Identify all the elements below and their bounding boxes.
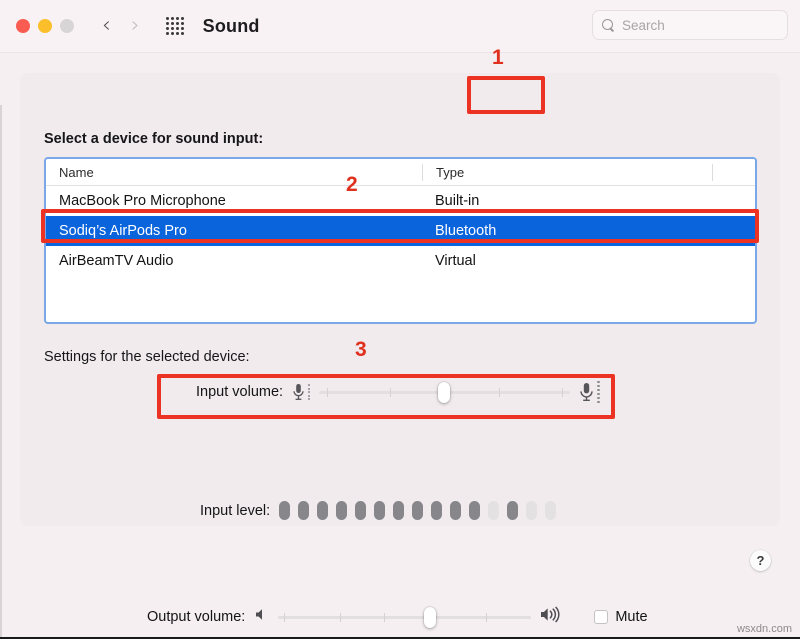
help-button[interactable]: ? xyxy=(750,550,771,571)
back-chevron-icon[interactable]: ‹ xyxy=(102,15,111,37)
output-volume-row: Output volume: Mute xyxy=(147,606,648,628)
level-segment xyxy=(526,501,538,520)
device-type: Built-in xyxy=(435,193,480,209)
traffic-light-buttons xyxy=(16,19,74,33)
slider-tick xyxy=(284,613,286,622)
input-volume-row: Input volume: xyxy=(196,380,600,404)
sound-preferences-window: ‹ › Sound Search Sound Effects Output In… xyxy=(0,0,800,639)
level-segment xyxy=(279,501,291,520)
search-input[interactable]: Search xyxy=(592,10,788,40)
slider-tick xyxy=(486,613,488,622)
minimize-button-icon[interactable] xyxy=(38,19,52,33)
input-volume-label: Input volume: xyxy=(196,384,284,400)
level-dots-right xyxy=(597,380,600,404)
slider-tick xyxy=(327,388,329,397)
selected-device-row[interactable]: Sodiq’s AirPods Pro Bluetooth xyxy=(46,216,755,246)
output-volume-slider[interactable] xyxy=(278,606,532,628)
input-level-meter xyxy=(279,501,557,520)
device-name: Sodiq’s AirPods Pro xyxy=(59,223,187,239)
device-list-table[interactable]: Name Type MacBook Pro Microphone Built-i… xyxy=(44,157,757,324)
table-row[interactable]: AirBeamTV Audio Virtual xyxy=(46,246,755,276)
settings-card: Select a device for sound input: Name Ty… xyxy=(20,73,780,571)
column-header-name[interactable]: Name xyxy=(46,164,422,181)
input-level-label: Input level: xyxy=(200,502,271,519)
mute-checkbox[interactable] xyxy=(594,610,609,624)
level-segment xyxy=(488,501,500,520)
speaker-mute-icon xyxy=(254,607,269,627)
slider-tick xyxy=(384,613,386,622)
annotation-number-1: 1 xyxy=(492,46,504,69)
mute-label: Mute xyxy=(615,609,648,625)
level-segment xyxy=(374,501,386,520)
preferences-content: Sound Effects Output Input Select a devi… xyxy=(0,52,800,639)
forward-chevron-icon[interactable]: › xyxy=(131,15,140,37)
slider-thumb[interactable] xyxy=(424,607,437,628)
page-title: Sound xyxy=(202,15,260,36)
table-header-row: Name Type xyxy=(46,159,755,186)
level-segment xyxy=(412,501,424,520)
navigation-buttons: ‹ › xyxy=(102,15,140,37)
table-row[interactable]: MacBook Pro Microphone Built-in xyxy=(46,186,755,216)
slider-tick xyxy=(562,388,564,397)
close-button-icon[interactable] xyxy=(16,19,30,33)
column-header-type[interactable]: Type xyxy=(422,163,712,181)
search-icon xyxy=(602,18,615,32)
zoom-button-icon[interactable] xyxy=(60,19,74,33)
level-segment xyxy=(431,501,443,520)
window-left-edge xyxy=(0,105,2,639)
device-type: Bluetooth xyxy=(435,223,497,239)
level-segment xyxy=(469,501,481,520)
select-device-label: Select a device for sound input: xyxy=(44,131,264,147)
grid-icon[interactable] xyxy=(165,16,185,36)
input-level-row: Input level: xyxy=(200,501,557,520)
level-segment xyxy=(507,501,519,520)
output-volume-label: Output volume: xyxy=(147,609,246,625)
level-segment xyxy=(450,501,462,520)
annotation-number-2: 2 xyxy=(346,173,358,196)
device-name: MacBook Pro Microphone xyxy=(59,193,226,209)
level-segment xyxy=(545,501,557,520)
microphone-small-icon xyxy=(292,381,311,403)
speaker-loud-icon xyxy=(540,606,565,628)
annotation-number-3: 3 xyxy=(355,338,367,361)
level-segment xyxy=(355,501,367,520)
slider-tick xyxy=(340,613,342,622)
column-header-spacer xyxy=(712,163,755,181)
level-segment xyxy=(298,501,310,520)
window-titlebar: ‹ › Sound Search xyxy=(0,0,800,52)
level-segment xyxy=(336,501,348,520)
microphone-large-icon xyxy=(579,380,600,404)
device-type: Virtual xyxy=(435,253,476,269)
watermark: wsxdn.com xyxy=(736,623,792,635)
device-name: AirBeamTV Audio xyxy=(59,253,174,269)
slider-track xyxy=(278,616,532,619)
slider-thumb[interactable] xyxy=(438,382,451,403)
level-segment xyxy=(393,501,405,520)
level-segment xyxy=(317,501,329,520)
mute-option[interactable]: Mute xyxy=(594,609,648,625)
slider-tick xyxy=(499,388,501,397)
settings-for-device-label: Settings for the selected device: xyxy=(44,349,250,365)
slider-tick xyxy=(390,388,392,397)
search-placeholder: Search xyxy=(622,17,665,33)
input-volume-slider[interactable] xyxy=(319,381,571,403)
level-dots-left xyxy=(308,381,311,403)
